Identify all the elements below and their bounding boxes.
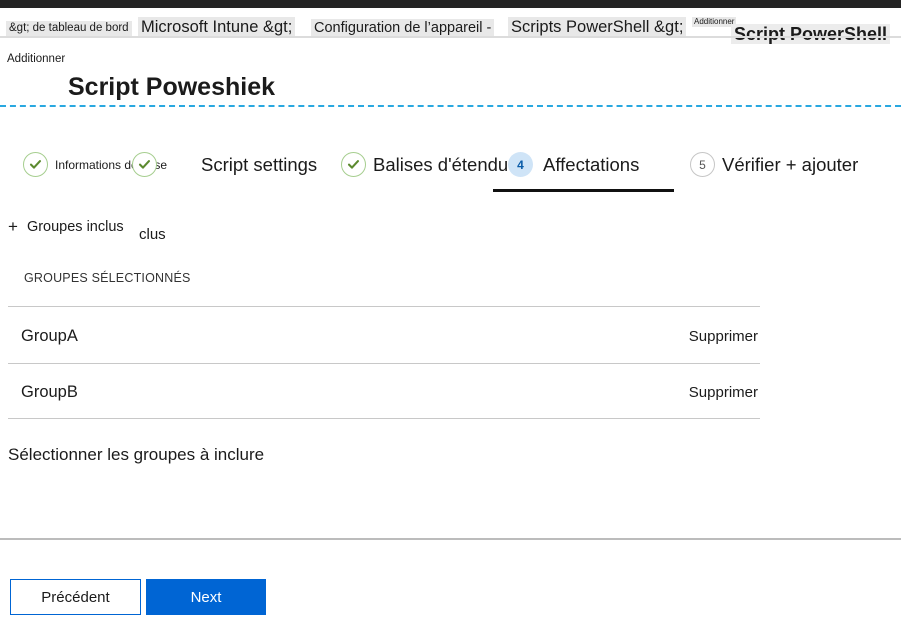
next-button[interactable]: Next bbox=[146, 579, 266, 615]
breadcrumb-item-device-configuration[interactable]: Configuration de l’appareil - bbox=[311, 19, 495, 38]
page-title: Script Poweshiek bbox=[68, 72, 276, 101]
wizard-step-verifier-ajouter[interactable]: 5 Vérifier + ajouter bbox=[690, 152, 858, 177]
table-divider bbox=[8, 418, 760, 419]
group-name: GroupA bbox=[21, 326, 78, 345]
table-row: GroupB Supprimer bbox=[8, 364, 760, 420]
remove-group-link[interactable]: Supprimer bbox=[689, 384, 758, 401]
check-icon bbox=[132, 152, 157, 177]
breadcrumb-item-add[interactable]: Additionner bbox=[692, 17, 737, 27]
wizard-step-balises-detendue[interactable]: Balises d'étendue bbox=[341, 152, 518, 177]
wizard-step-label: Script settings bbox=[201, 153, 318, 175]
wizard-steps: Informations de base Script settings Bal… bbox=[0, 152, 901, 200]
active-step-underline bbox=[493, 189, 674, 192]
table-divider bbox=[8, 306, 760, 307]
step-number-badge: 4 bbox=[508, 152, 533, 177]
breadcrumb-item-powershell-scripts[interactable]: Scripts PowerShell &gt; bbox=[508, 17, 687, 38]
wizard-step-label: Balises d'étendue bbox=[373, 153, 519, 175]
wizard-step-label: Vérifier + ajouter bbox=[722, 153, 859, 175]
render-artifact-dot: . bbox=[160, 228, 165, 238]
wizard-step-script-settings[interactable]: Script settings bbox=[132, 152, 317, 177]
included-groups-label: Groupes inclus bbox=[26, 218, 124, 235]
previous-button[interactable]: Précédent bbox=[10, 579, 141, 615]
table-row: GroupA Supprimer bbox=[8, 308, 760, 364]
selected-groups-header: GROUPES SÉLECTIONNÉS bbox=[24, 271, 191, 285]
select-groups-hint: Sélectionner les groupes à inclure bbox=[8, 445, 265, 464]
check-icon bbox=[23, 152, 48, 177]
breadcrumb-item-powershell-script: Script PowerShell bbox=[731, 24, 891, 44]
wizard-step-affectations[interactable]: 4 Affectations bbox=[508, 152, 639, 177]
remove-group-link[interactable]: Supprimer bbox=[689, 328, 758, 345]
breadcrumb-item-intune[interactable]: Microsoft Intune &gt; bbox=[138, 17, 296, 38]
breadcrumb-item-dashboard[interactable]: &gt; de tableau de bord bbox=[6, 21, 132, 37]
wizard-step-label: Affectations bbox=[543, 153, 640, 175]
included-groups-toggle[interactable]: + Groupes inclus bbox=[8, 218, 124, 235]
check-icon bbox=[341, 152, 366, 177]
footer-divider bbox=[0, 538, 901, 540]
breadcrumb-divider bbox=[0, 36, 901, 38]
breadcrumb: &gt; de tableau de bord Microsoft Intune… bbox=[0, 8, 901, 44]
page-title-kicker: Additionner bbox=[7, 53, 66, 65]
top-chrome-strip bbox=[0, 0, 901, 8]
header-dashed-divider bbox=[0, 105, 901, 107]
group-name: GroupB bbox=[21, 382, 78, 401]
plus-icon: + bbox=[8, 217, 18, 236]
step-number-badge: 5 bbox=[690, 152, 715, 177]
